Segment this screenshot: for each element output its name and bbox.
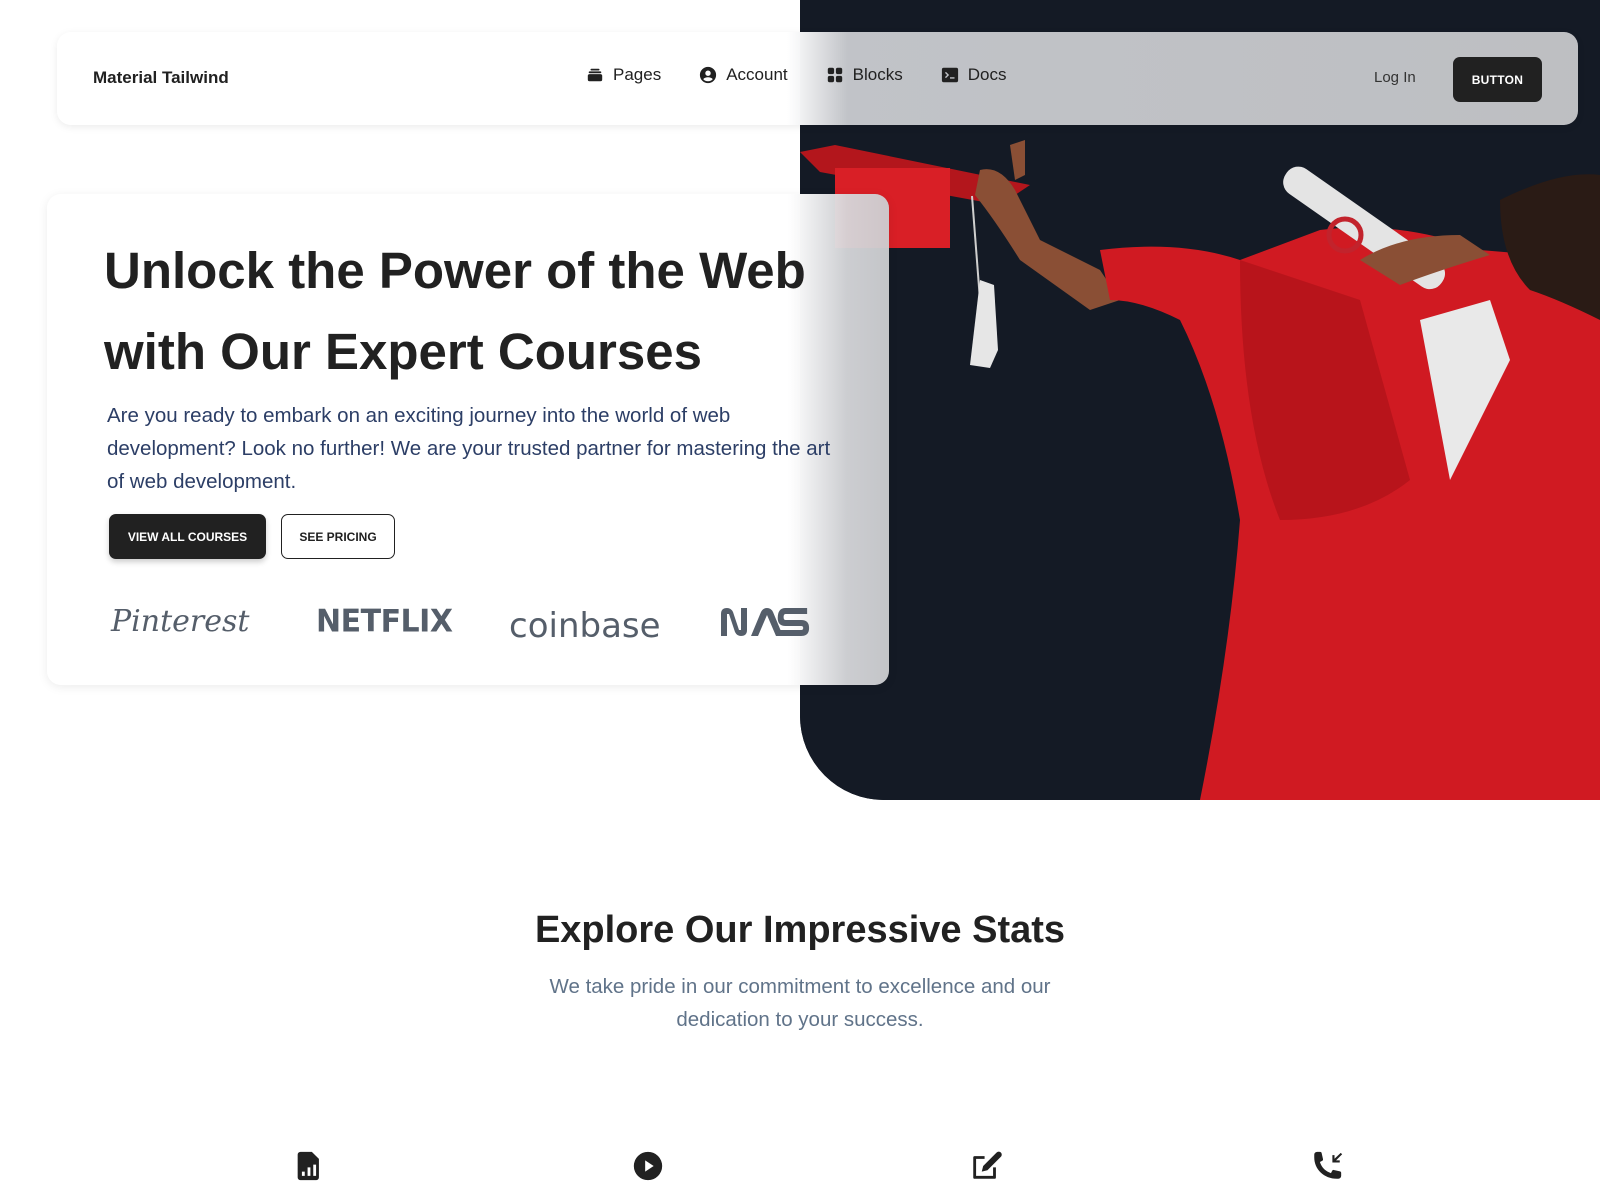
nav-links: Pages Account Blocks Docs xyxy=(586,65,1006,85)
stats-title: Explore Our Impressive Stats xyxy=(534,909,1066,951)
pencil-square-icon xyxy=(969,1149,1003,1183)
partner-logos: Pinterest NETFLIX coinbase xyxy=(111,603,831,654)
brand-logo[interactable]: Material Tailwind xyxy=(93,68,229,88)
user-circle-icon xyxy=(700,66,717,84)
nasa-logo xyxy=(721,608,810,636)
coinbase-logo: coinbase xyxy=(509,606,661,646)
document-chart-icon xyxy=(292,1149,326,1183)
login-link[interactable]: Log In xyxy=(1374,69,1416,86)
squares-icon xyxy=(827,67,842,83)
nav-link-pages[interactable]: Pages xyxy=(586,65,661,85)
nav-link-label: Blocks xyxy=(852,65,903,84)
nav-link-label: Pages xyxy=(613,65,662,84)
nav-link-account[interactable]: Account xyxy=(699,65,788,85)
stats-subtitle: We take pride in our commitment to excel… xyxy=(549,975,1051,1031)
hero-card: Unlock the Power of the Web with Our Exp… xyxy=(47,194,889,685)
phone-arrow-icon xyxy=(1310,1149,1344,1183)
nav-link-label: Docs xyxy=(967,65,1007,84)
netflix-logo: NETFLIX xyxy=(316,603,453,640)
pinterest-logo: Pinterest xyxy=(111,604,250,639)
nav-button[interactable]: BUTTON xyxy=(1453,57,1542,102)
nav-link-blocks[interactable]: Blocks xyxy=(826,65,903,85)
see-pricing-button[interactable]: SEE PRICING xyxy=(281,514,395,559)
hero-title: Unlock the Power of the Web with Our Exp… xyxy=(104,242,806,380)
command-line-icon xyxy=(941,67,958,83)
view-all-courses-button[interactable]: VIEW ALL COURSES xyxy=(109,514,266,559)
navbar: Material Tailwind Pages Account Blocks D… xyxy=(57,32,1578,125)
nav-link-docs[interactable]: Docs xyxy=(941,65,1007,85)
rectangle-stack-icon xyxy=(587,68,603,82)
hero-description: Are you ready to embark on an exciting j… xyxy=(107,404,831,493)
play-circle-icon xyxy=(631,1149,665,1183)
nav-link-label: Account xyxy=(726,65,788,84)
